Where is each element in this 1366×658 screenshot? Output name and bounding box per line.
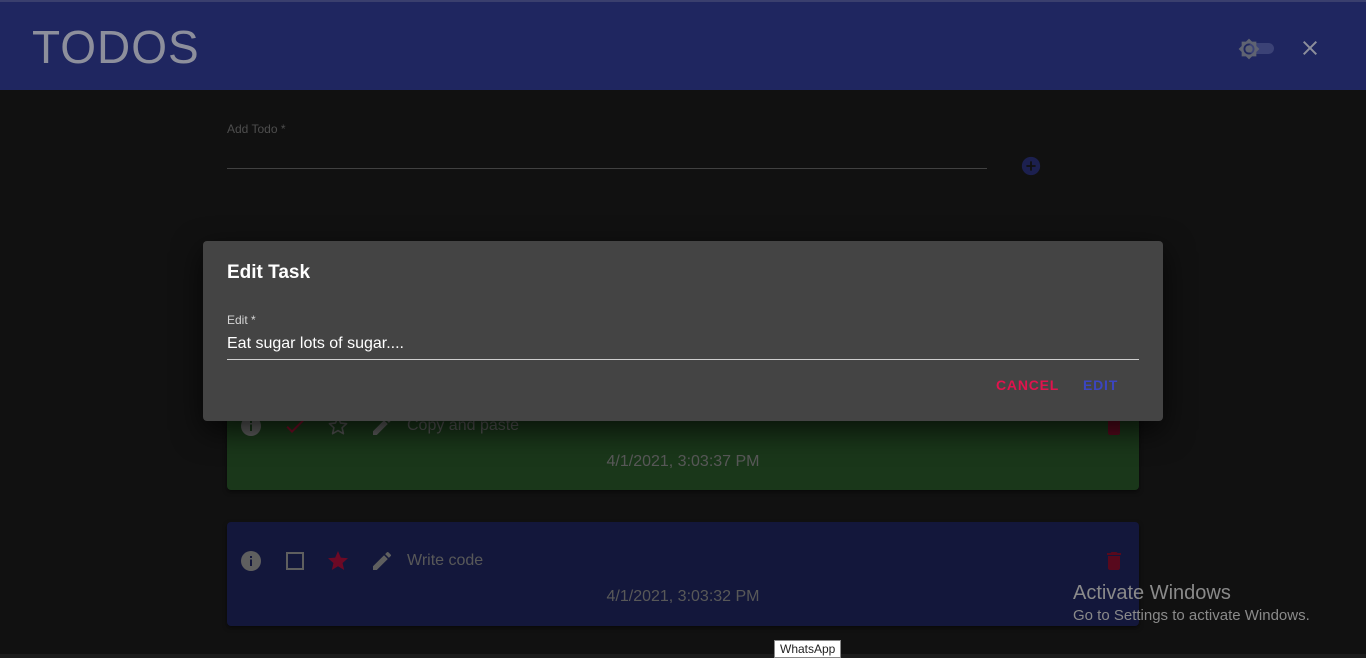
cancel-button[interactable]: CANCEL [996,373,1059,397]
edit-task-dialog: Edit Task Edit * CANCEL EDIT [203,241,1163,421]
app-title: TODOS [32,21,200,73]
dialog-title: Edit Task [227,262,311,283]
edit-task-input[interactable] [227,329,1139,360]
brightness-icon [1238,38,1260,60]
activate-windows-subtitle: Go to Settings to activate Windows. [1073,607,1310,624]
edit-button[interactable]: EDIT [1083,373,1118,397]
close-icon[interactable] [1298,36,1322,60]
theme-toggle[interactable] [1238,38,1278,60]
edit-field-label: Edit * [227,313,256,327]
activate-windows-title: Activate Windows [1073,582,1231,604]
app-header: TODOS [0,0,1366,90]
taskbar-tooltip: WhatsApp [774,640,842,658]
